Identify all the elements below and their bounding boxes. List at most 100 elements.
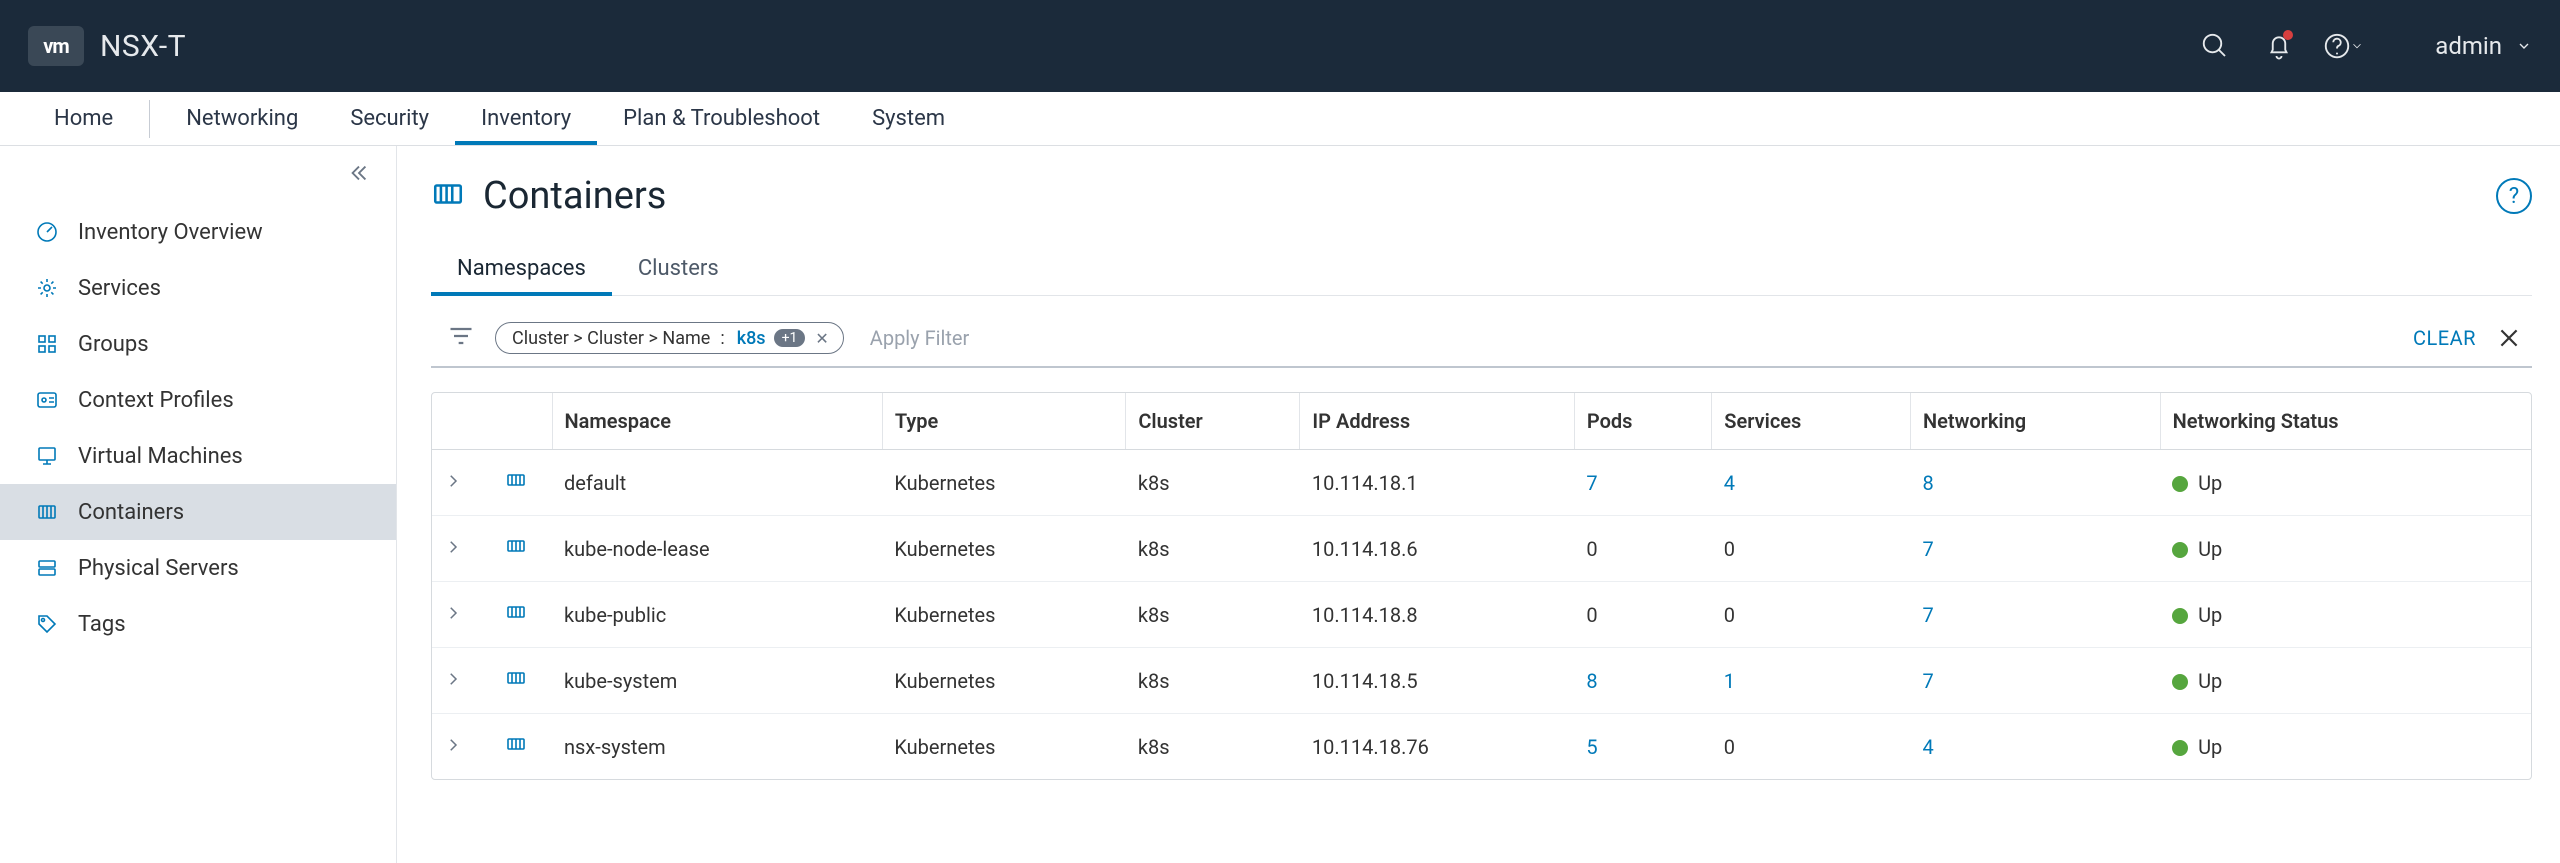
page-help-icon[interactable]: ? bbox=[2496, 178, 2532, 214]
cell-networking[interactable]: 7 bbox=[1910, 516, 2160, 582]
nav-system[interactable]: System bbox=[846, 92, 971, 145]
cell-namespace: nsx-system bbox=[552, 714, 882, 780]
clear-filters-link[interactable]: CLEAR bbox=[2413, 326, 2476, 350]
nav-divider bbox=[149, 100, 150, 138]
cell-cluster: k8s bbox=[1126, 714, 1300, 780]
cell-ip: 10.114.18.76 bbox=[1300, 714, 1574, 780]
sidebar-item-context-profiles[interactable]: Context Profiles bbox=[0, 372, 396, 428]
namespace-icon bbox=[492, 648, 552, 714]
cell-services[interactable]: 1 bbox=[1712, 648, 1911, 714]
sidebar-item-groups[interactable]: Groups bbox=[0, 316, 396, 372]
cell-net-status: Up bbox=[2160, 516, 2531, 582]
user-menu[interactable]: admin bbox=[2435, 32, 2532, 60]
col-ip[interactable]: IP Address bbox=[1300, 393, 1574, 450]
app-header: vm NSX-T admin bbox=[0, 0, 2560, 92]
namespaces-table: Namespace Type Cluster IP Address Pods S… bbox=[431, 392, 2532, 780]
cell-pods: 0 bbox=[1574, 516, 1711, 582]
sidebar-item-label: Groups bbox=[78, 332, 149, 357]
status-up-icon bbox=[2172, 542, 2188, 558]
col-type[interactable]: Type bbox=[882, 393, 1126, 450]
sidebar-item-label: Tags bbox=[78, 612, 126, 637]
sidebar-item-label: Virtual Machines bbox=[78, 444, 243, 469]
sidebar-item-tags[interactable]: Tags bbox=[0, 596, 396, 652]
expand-row-icon[interactable] bbox=[432, 714, 492, 780]
filter-chip-separator: : bbox=[720, 328, 724, 349]
col-services[interactable]: Services bbox=[1712, 393, 1911, 450]
table-row[interactable]: kube-systemKubernetesk8s10.114.18.5817Up bbox=[432, 648, 2531, 714]
containers-page-icon bbox=[431, 177, 465, 215]
gear-icon bbox=[34, 275, 60, 301]
expand-row-icon[interactable] bbox=[432, 582, 492, 648]
search-icon[interactable] bbox=[2193, 24, 2237, 68]
cell-cluster: k8s bbox=[1126, 516, 1300, 582]
status-up-icon bbox=[2172, 476, 2188, 492]
col-net-status[interactable]: Networking Status bbox=[2160, 393, 2531, 450]
table-row[interactable]: defaultKubernetesk8s10.114.18.1748Up bbox=[432, 450, 2531, 516]
cell-type: Kubernetes bbox=[882, 450, 1126, 516]
tab-clusters[interactable]: Clusters bbox=[612, 244, 745, 295]
vendor-logo: vm bbox=[28, 26, 84, 66]
col-namespace[interactable]: Namespace bbox=[552, 393, 882, 450]
cell-namespace: default bbox=[552, 450, 882, 516]
cell-ip: 10.114.18.5 bbox=[1300, 648, 1574, 714]
sidebar-item-services[interactable]: Services bbox=[0, 260, 396, 316]
sidebar-item-virtual-machines[interactable]: Virtual Machines bbox=[0, 428, 396, 484]
cell-type: Kubernetes bbox=[882, 714, 1126, 780]
expand-row-icon[interactable] bbox=[432, 648, 492, 714]
cell-namespace: kube-public bbox=[552, 582, 882, 648]
tag-icon bbox=[34, 611, 60, 637]
nav-plan-troubleshoot[interactable]: Plan & Troubleshoot bbox=[597, 92, 846, 145]
tab-namespaces[interactable]: Namespaces bbox=[431, 244, 612, 295]
namespace-icon bbox=[492, 582, 552, 648]
cell-ip: 10.114.18.6 bbox=[1300, 516, 1574, 582]
page-title: Containers bbox=[483, 174, 666, 218]
nav-home[interactable]: Home bbox=[28, 92, 139, 145]
sidebar-item-label: Services bbox=[78, 276, 161, 301]
filter-icon[interactable] bbox=[447, 322, 475, 354]
cell-services: 0 bbox=[1712, 516, 1911, 582]
sidebar-item-label: Containers bbox=[78, 500, 184, 525]
sidebar-item-label: Physical Servers bbox=[78, 556, 239, 581]
notifications-icon[interactable] bbox=[2257, 24, 2301, 68]
sidebar-item-containers[interactable]: Containers bbox=[0, 484, 396, 540]
filter-chip-extra-badge: +1 bbox=[774, 329, 806, 347]
cell-cluster: k8s bbox=[1126, 582, 1300, 648]
cell-services: 0 bbox=[1712, 714, 1911, 780]
col-pods[interactable]: Pods bbox=[1574, 393, 1711, 450]
chevron-down-icon bbox=[2516, 32, 2532, 60]
apply-filter-label: Apply Filter bbox=[870, 326, 970, 350]
expand-row-icon[interactable] bbox=[432, 450, 492, 516]
filter-chip-remove-icon[interactable]: ✕ bbox=[815, 329, 828, 348]
expand-row-icon[interactable] bbox=[432, 516, 492, 582]
namespace-icon bbox=[492, 714, 552, 780]
table-row[interactable]: kube-publicKubernetesk8s10.114.18.8007Up bbox=[432, 582, 2531, 648]
cell-networking[interactable]: 8 bbox=[1910, 450, 2160, 516]
status-up-icon bbox=[2172, 608, 2188, 624]
col-networking[interactable]: Networking bbox=[1910, 393, 2160, 450]
product-name: NSX-T bbox=[100, 29, 186, 64]
close-filter-icon[interactable] bbox=[2496, 325, 2522, 351]
table-row[interactable]: kube-node-leaseKubernetesk8s10.114.18.60… bbox=[432, 516, 2531, 582]
cell-pods[interactable]: 5 bbox=[1574, 714, 1711, 780]
cell-networking[interactable]: 7 bbox=[1910, 582, 2160, 648]
nav-inventory[interactable]: Inventory bbox=[455, 92, 597, 145]
vm-icon bbox=[34, 443, 60, 469]
cell-cluster: k8s bbox=[1126, 648, 1300, 714]
sidebar-collapse-icon[interactable] bbox=[348, 162, 370, 188]
cell-networking[interactable]: 7 bbox=[1910, 648, 2160, 714]
sidebar-item-physical-servers[interactable]: Physical Servers bbox=[0, 540, 396, 596]
filter-chip[interactable]: Cluster > Cluster > Name : k8s +1 ✕ bbox=[495, 322, 844, 354]
table-row[interactable]: nsx-systemKubernetesk8s10.114.18.76504Up bbox=[432, 714, 2531, 780]
cell-net-status: Up bbox=[2160, 714, 2531, 780]
cell-pods[interactable]: 7 bbox=[1574, 450, 1711, 516]
cell-services[interactable]: 4 bbox=[1712, 450, 1911, 516]
cell-pods[interactable]: 8 bbox=[1574, 648, 1711, 714]
status-up-icon bbox=[2172, 674, 2188, 690]
nav-security[interactable]: Security bbox=[324, 92, 455, 145]
cell-networking[interactable]: 4 bbox=[1910, 714, 2160, 780]
help-icon[interactable] bbox=[2321, 24, 2365, 68]
cell-type: Kubernetes bbox=[882, 582, 1126, 648]
col-cluster[interactable]: Cluster bbox=[1126, 393, 1300, 450]
sidebar-item-inventory-overview[interactable]: Inventory Overview bbox=[0, 204, 396, 260]
nav-networking[interactable]: Networking bbox=[160, 92, 324, 145]
